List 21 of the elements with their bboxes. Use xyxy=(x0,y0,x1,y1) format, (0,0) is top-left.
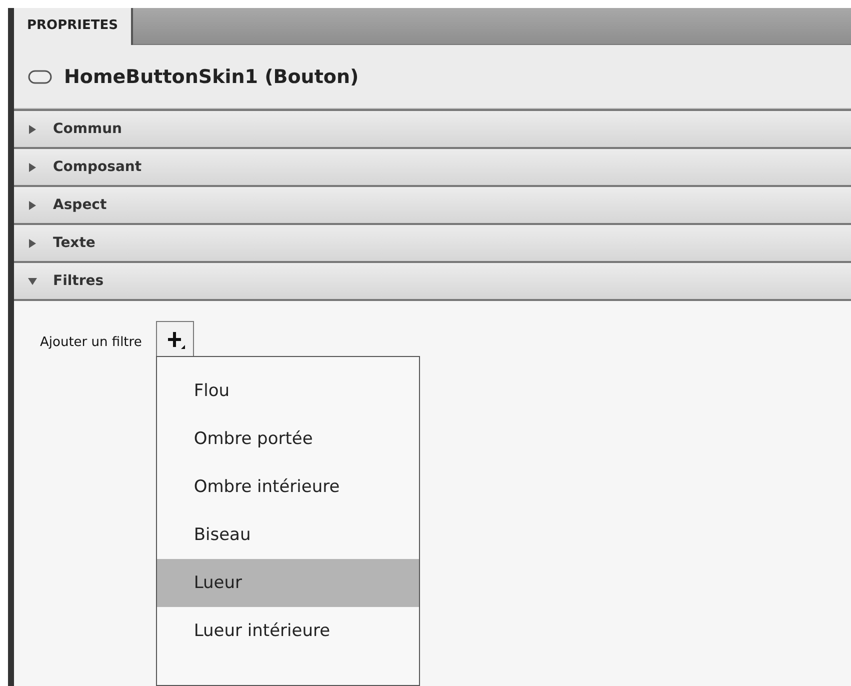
add-filter-label: Ajouter un filtre xyxy=(40,335,142,352)
section-header[interactable]: Aspect xyxy=(14,185,851,223)
menu-item[interactable]: Lueur xyxy=(156,559,419,607)
section-header[interactable]: Filtres xyxy=(14,261,851,301)
menu-item[interactable]: Biseau xyxy=(156,511,419,559)
add-filter-button[interactable] xyxy=(156,321,194,356)
menu-item[interactable]: Lueur intérieure xyxy=(156,607,419,655)
section-header[interactable]: Composant xyxy=(14,147,851,185)
panel-tab[interactable]: PROPRIETES xyxy=(14,8,133,45)
menu-item[interactable]: Flou xyxy=(156,367,419,415)
expand-triangle-icon xyxy=(28,162,37,172)
section-header[interactable]: Commun xyxy=(14,109,851,147)
expand-triangle-icon xyxy=(28,238,37,248)
expand-triangle-icon xyxy=(28,200,37,210)
button-icon xyxy=(28,70,52,84)
menu-item[interactable]: Ombre intérieure xyxy=(156,463,419,511)
expand-triangle-icon xyxy=(28,124,37,134)
menu-item[interactable]: Ombre portée xyxy=(156,415,419,463)
component-title: HomeButtonSkin1 (Bouton) xyxy=(64,66,359,88)
section-header[interactable]: Texte xyxy=(14,223,851,261)
collapse-triangle-icon xyxy=(28,276,37,286)
